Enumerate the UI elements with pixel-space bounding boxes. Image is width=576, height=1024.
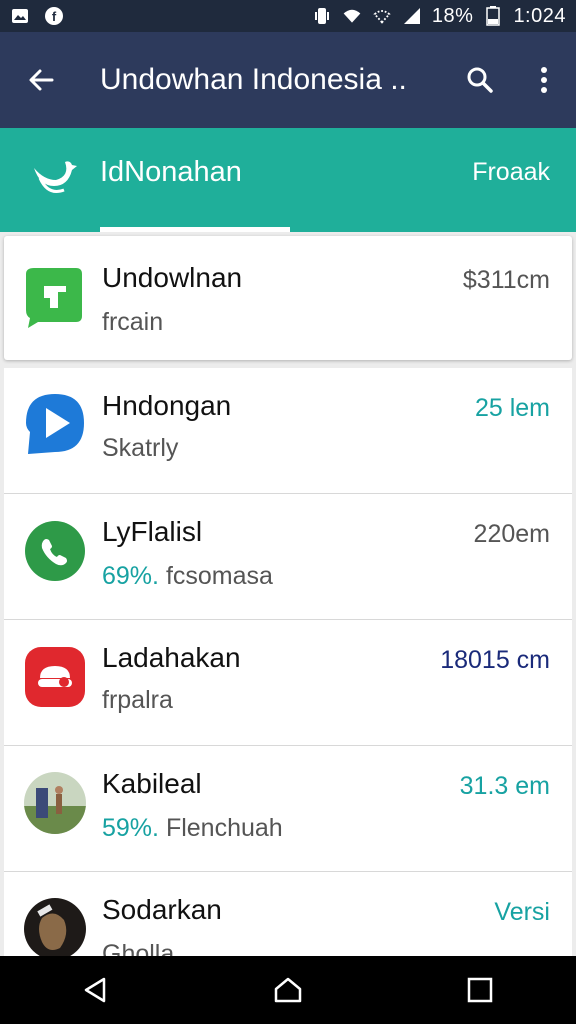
nav-home-icon xyxy=(274,977,302,1003)
wifi-icon xyxy=(342,6,362,26)
wifi-alt-icon xyxy=(372,6,392,26)
app-name: LyFlalisl xyxy=(102,516,203,547)
app-name: Ladahakan xyxy=(102,642,241,673)
app-subtitle: frcain xyxy=(102,308,164,336)
green-chat-icon xyxy=(24,266,86,328)
back-arrow-icon xyxy=(29,69,54,91)
back-button[interactable] xyxy=(0,32,82,128)
app-size: 220em xyxy=(473,520,550,548)
photo-notification-icon xyxy=(10,6,30,26)
app-subtitle: Gholla xyxy=(102,940,175,956)
tab-primary[interactable]: IdNonahan xyxy=(100,128,290,232)
cell-signal-icon xyxy=(402,6,422,26)
figure-photo-icon xyxy=(24,898,86,956)
toolbar-title: Undowhan Indonesia .. xyxy=(100,63,407,96)
app-subtitle: frpalra xyxy=(102,686,173,714)
tab-primary-label: IdNonahan xyxy=(100,156,242,188)
app-name: Hndongan xyxy=(102,390,232,421)
app-size: $311cm xyxy=(462,266,550,294)
list-item[interactable]: Ladahakan frpalra 18015 cm xyxy=(4,620,572,746)
nav-back-icon xyxy=(84,977,106,1003)
list-item[interactable]: Undowlnan frcain $311cm xyxy=(4,236,572,360)
battery-percent: 18% xyxy=(431,4,474,27)
app-subtitle: Skatrly xyxy=(102,434,179,462)
app-name: Kabileal xyxy=(102,768,202,799)
facebook-notification-icon: f xyxy=(44,6,64,26)
app-size: 31.3 em xyxy=(459,772,550,800)
app-size: 25 lem xyxy=(474,394,550,422)
system-nav-bar xyxy=(0,956,576,1024)
list-item[interactable]: LyFlalisl 69%. fcsomasa 220em xyxy=(4,494,572,620)
svg-text:f: f xyxy=(52,9,57,24)
status-bar: f 18% 1:024 xyxy=(0,0,576,32)
battery-icon xyxy=(483,6,503,26)
more-vert-icon xyxy=(541,67,547,93)
list-item[interactable]: Sodarkan Gholla Versi xyxy=(4,872,572,956)
app-name: Sodarkan xyxy=(102,894,222,925)
nav-recents-button[interactable] xyxy=(440,960,520,1020)
tab-secondary[interactable]: Froaak xyxy=(472,158,550,187)
app-list: Undowlnan frcain $311cm Hndongan Skatrly… xyxy=(0,232,576,956)
nav-recents-icon xyxy=(467,977,493,1003)
app-subtitle: 59%. Flenchuah xyxy=(102,814,283,842)
phone-icon xyxy=(24,520,86,582)
sports-photo-icon xyxy=(24,772,86,834)
search-icon xyxy=(467,67,493,93)
vibrate-icon xyxy=(312,6,332,26)
list-item[interactable]: Kabileal 59%. Flenchuah 31.3 em xyxy=(4,746,572,872)
clock: 1:024 xyxy=(513,4,566,27)
app-toolbar: Undowhan Indonesia .. xyxy=(0,32,576,128)
blue-play-icon xyxy=(24,394,86,456)
nav-home-button[interactable] xyxy=(248,960,328,1020)
list-item[interactable]: Hndongan Skatrly 25 lem xyxy=(4,368,572,494)
app-size: 18015 cm xyxy=(440,646,550,674)
app-size: Versi xyxy=(494,898,550,926)
nav-back-button[interactable] xyxy=(56,960,136,1020)
app-name: Undowlnan xyxy=(102,262,243,293)
tab-bar: IdNonahan Froaak xyxy=(0,128,576,232)
bird-logo-icon xyxy=(30,156,80,202)
app-subtitle: 69%. fcsomasa xyxy=(102,562,273,590)
red-badge-icon xyxy=(24,646,86,708)
overflow-menu-button[interactable] xyxy=(512,32,576,128)
search-button[interactable] xyxy=(448,32,512,128)
